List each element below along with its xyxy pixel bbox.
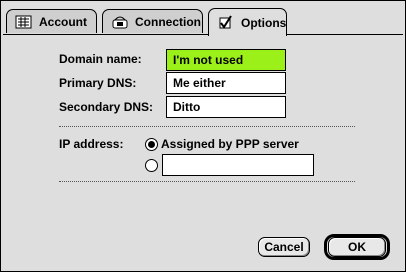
- secondary-dns-label: Secondary DNS:: [59, 100, 154, 114]
- options-panel: Domain name: I'm not used Primary DNS: M…: [3, 34, 403, 269]
- tab-bar: Account Connection Options: [1, 1, 405, 36]
- ok-button[interactable]: OK: [328, 237, 386, 257]
- domain-name-field[interactable]: I'm not used: [166, 49, 286, 71]
- tab-connection-label: Connection: [135, 14, 201, 29]
- tab-connection[interactable]: Connection: [102, 9, 203, 33]
- divider-bottom: [59, 181, 355, 182]
- radio-manual-ip[interactable]: [145, 159, 158, 172]
- divider-top: [59, 126, 355, 127]
- tab-account-label: Account: [39, 14, 87, 29]
- options-dialog: Account Connection Options Domain name: …: [0, 0, 406, 272]
- ip-address-label: IP address:: [59, 137, 124, 151]
- tab-account[interactable]: Account: [6, 9, 97, 33]
- primary-dns-label: Primary DNS:: [59, 76, 137, 90]
- manual-ip-field[interactable]: [162, 154, 314, 176]
- tab-options[interactable]: Options: [208, 8, 287, 36]
- tab-options-label: Options: [241, 15, 287, 30]
- cancel-button[interactable]: Cancel: [258, 237, 310, 257]
- connection-icon: [111, 14, 129, 30]
- primary-dns-field[interactable]: Me either: [166, 72, 286, 94]
- radio-ppp-label: Assigned by PPP server: [161, 137, 299, 151]
- secondary-dns-field[interactable]: Ditto: [166, 96, 286, 118]
- domain-name-label: Domain name:: [59, 52, 142, 66]
- radio-ppp-assigned[interactable]: [145, 138, 158, 151]
- account-icon: [15, 14, 33, 30]
- checkbox-icon: [217, 14, 235, 31]
